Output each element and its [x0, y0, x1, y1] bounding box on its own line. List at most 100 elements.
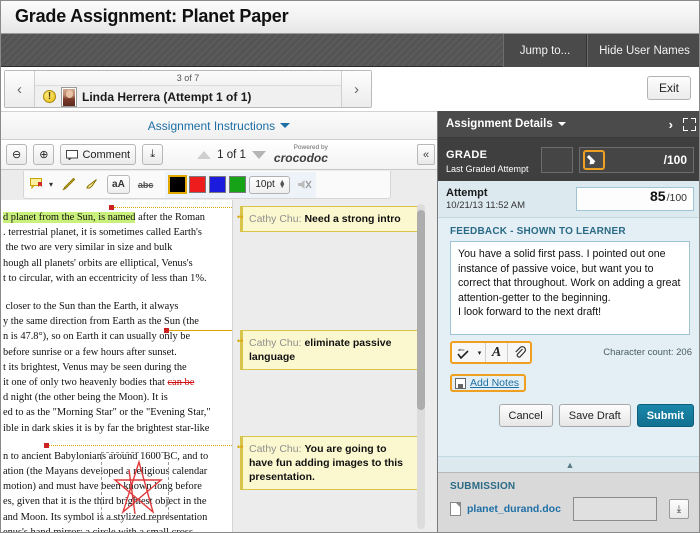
mute-icon[interactable]: [297, 175, 312, 194]
highlighter-tool-button[interactable]: [84, 175, 99, 194]
color-swatch-green[interactable]: [229, 176, 247, 193]
jump-to-button[interactable]: Jump to...: [503, 34, 587, 67]
comment-leader-3: [49, 445, 232, 446]
add-notes-button[interactable]: Add Notes: [450, 374, 527, 392]
comment-author: Cathy Chu:: [249, 213, 302, 225]
submit-button[interactable]: Submit: [636, 404, 694, 427]
zoom-in-icon[interactable]: ⊕: [33, 144, 55, 165]
mute-glyph: [297, 180, 312, 189]
feedback-tool-group: abc ▾ A: [450, 341, 532, 364]
comment-author: Cathy Chu:: [249, 443, 302, 455]
submission-file-link[interactable]: planet_durand.doc: [467, 503, 561, 515]
comment-connector-icon: ••: [237, 442, 244, 452]
action-button-row: Cancel Save Draft Submit: [498, 404, 694, 427]
attempt-score-value: 85: [649, 188, 666, 204]
document-viewer-toolbar: ⊖ ⊕ Comment ⤓ 1 of 1 Powered by crocodoc…: [1, 140, 437, 170]
comment-tool-dropdown[interactable]: ▾: [49, 175, 53, 194]
attempt-labels: Attempt 10/21/13 11:52 AM: [446, 187, 525, 211]
comment-button[interactable]: Comment: [60, 144, 137, 165]
submission-section: SUBMISSION planet_durand.doc ⤓: [438, 472, 699, 532]
comment-card[interactable]: •• Cathy Chu: Need a strong intro: [237, 206, 418, 232]
highlighter-icon: [86, 179, 97, 189]
student-counter: 3 of 7: [35, 71, 341, 86]
comment-button-label: Comment: [82, 148, 131, 161]
color-swatch-red[interactable]: [189, 176, 207, 193]
save-draft-button[interactable]: Save Draft: [558, 404, 631, 427]
submission-field[interactable]: [572, 497, 657, 521]
spellcheck-dropdown-icon[interactable]: ▾: [474, 343, 486, 362]
add-notes-label: Add Notes: [470, 377, 520, 389]
feedback-toolbar: abc ▾ A Character count: 206: [450, 341, 692, 364]
chevron-down-icon: [280, 123, 291, 128]
download-icon[interactable]: ⤓: [142, 144, 164, 165]
comment-leader-1: [114, 207, 232, 208]
comment-leader-2: [169, 330, 232, 331]
grade-sublabel: Last Graded Attempt: [446, 164, 529, 174]
comment-connector-icon: ••: [237, 212, 244, 222]
struck-text: can be: [167, 377, 195, 389]
comment-connector-icon: ••: [237, 336, 244, 346]
crocodoc-logo: Powered by crocodoc: [274, 145, 328, 164]
doc-paragraph-2: closer to the Sun than the Earth, it alw…: [3, 301, 211, 434]
pen-tool-button[interactable]: [61, 175, 76, 194]
next-page-icon[interactable]: [251, 150, 266, 159]
cancel-button[interactable]: Cancel: [498, 404, 553, 427]
page-title: Grade Assignment: Planet Paper: [15, 6, 289, 26]
attempt-score-out-of: /100: [666, 192, 687, 204]
feedback-title: FEEDBACK - SHOWN TO LEARNER: [450, 226, 626, 237]
edit-grade-button[interactable]: [582, 149, 605, 170]
strikethrough-tool-button[interactable]: abc: [138, 175, 154, 194]
window-title-bar: Grade Assignment: Planet Paper: [1, 1, 699, 34]
color-swatch-black[interactable]: [168, 175, 188, 194]
hide-user-names-button[interactable]: Hide User Names: [587, 34, 699, 67]
comment-card[interactable]: •• Cathy Chu: You are going to have fun …: [237, 436, 418, 490]
collapse-panel-button[interactable]: «: [417, 144, 435, 165]
document-scrollbar[interactable]: [417, 204, 425, 529]
file-icon: [450, 502, 461, 516]
comment-text: Need a strong intro: [304, 213, 401, 225]
next-student-button[interactable]: ›: [341, 71, 371, 107]
zoom-out-icon[interactable]: ⊖: [6, 144, 28, 165]
comment-tool-button[interactable]: [30, 175, 45, 194]
previous-page-icon[interactable]: [197, 150, 212, 159]
paperclip-glyph: [514, 346, 526, 358]
grade-out-of: /100: [663, 152, 687, 167]
expand-icon[interactable]: [683, 117, 696, 131]
attempt-score-field[interactable]: 85 /100: [576, 187, 694, 211]
grade-rubric-box[interactable]: [540, 146, 573, 173]
collapse-section-handle[interactable]: ▲: [438, 456, 699, 472]
spellcheck-icon[interactable]: abc: [452, 343, 474, 362]
speech-bubble-icon: [66, 149, 79, 160]
spellcheck-glyph: abc: [457, 347, 469, 359]
comment-card[interactable]: •• Cathy Chu: eliminate passive language: [237, 330, 418, 370]
pencil-icon: [62, 177, 76, 191]
color-swatch-blue[interactable]: [209, 176, 227, 193]
grade-input[interactable]: /100: [578, 146, 694, 173]
assignment-instructions-bar[interactable]: Assignment Instructions: [1, 112, 437, 140]
attempt-row: Attempt 10/21/13 11:52 AM 85 /100: [438, 181, 699, 218]
top-navigation-bar: Jump to... Hide User Names: [1, 34, 699, 67]
current-student[interactable]: ! Linda Herrera (Attempt 1 of 1): [35, 86, 341, 107]
crocodoc-brand-label: crocodoc: [273, 150, 328, 165]
attach-file-icon[interactable]: [508, 343, 530, 362]
previous-student-button[interactable]: ‹: [5, 71, 35, 107]
page-indicator: 1 of 1: [217, 148, 246, 161]
document-page[interactable]: d planet from the Sun, is named after th…: [1, 200, 233, 532]
text-tool-button[interactable]: aA: [107, 175, 130, 194]
font-size-stepper[interactable]: 10pt ▲ ▼: [249, 175, 290, 194]
star-drawing-annotation: [113, 459, 163, 515]
student-selector-strip: ‹ 3 of 7 ! Linda Herrera (Attempt 1 of 1…: [1, 67, 699, 111]
scrollbar-thumb[interactable]: [417, 210, 425, 410]
download-submission-icon[interactable]: ⤓: [668, 499, 689, 519]
student-selector: ‹ 3 of 7 ! Linda Herrera (Attempt 1 of 1…: [4, 70, 372, 108]
color-swatches: 10pt ▲ ▼: [165, 171, 316, 198]
assignment-instructions-label: Assignment Instructions: [147, 118, 276, 133]
text-editor-icon[interactable]: A: [486, 343, 508, 362]
feedback-textarea[interactable]: You have a solid first pass. I pointed o…: [450, 241, 690, 335]
stepper-arrows-icon: ▲ ▼: [278, 178, 286, 190]
exit-button[interactable]: Exit: [647, 76, 691, 100]
next-panel-icon[interactable]: ›: [669, 117, 673, 132]
chevron-down-icon[interactable]: [557, 122, 566, 126]
assignment-details-title: Assignment Details: [446, 118, 553, 130]
submission-row: planet_durand.doc ⤓: [450, 497, 692, 521]
